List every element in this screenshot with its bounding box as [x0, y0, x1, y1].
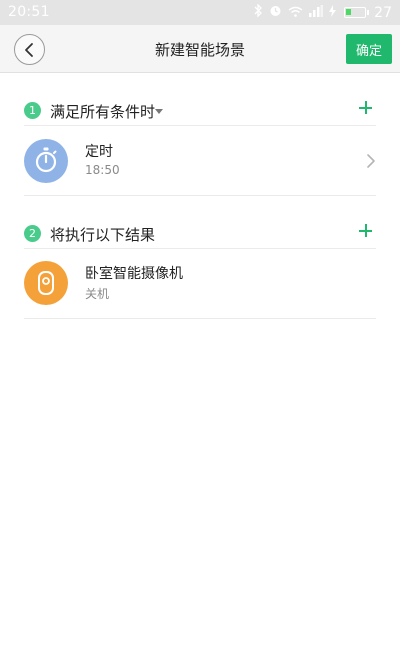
divider — [24, 195, 376, 196]
bluetooth-icon — [254, 3, 263, 21]
step-badge: 2 — [24, 225, 41, 242]
charging-icon — [329, 4, 337, 21]
caret-down-icon[interactable] — [155, 109, 163, 114]
status-time: 20:51 — [8, 4, 50, 20]
battery-icon — [344, 7, 370, 18]
action-title: 卧室智能摄像机 — [85, 266, 183, 282]
actions-title: 将执行以下结果 — [50, 226, 156, 244]
battery-level-fill — [346, 9, 352, 15]
divider — [24, 318, 376, 319]
divider — [24, 248, 376, 249]
action-subtitle: 关机 — [85, 287, 110, 301]
camera-icon — [24, 261, 68, 305]
confirm-button[interactable]: 确定 — [346, 34, 392, 64]
header-bar: 新建智能场景 确定 — [0, 25, 400, 73]
alarm-icon — [269, 4, 282, 21]
actions-section-header: 2 将执行以下结果 — [24, 220, 376, 250]
battery-percent: 27 — [374, 4, 392, 21]
add-action-button[interactable] — [356, 221, 376, 241]
status-icons: 27 — [254, 3, 392, 21]
add-condition-button[interactable] — [356, 98, 376, 118]
condition-title: 定时 — [85, 144, 113, 160]
page-title: 新建智能场景 — [154, 41, 245, 59]
conditions-title[interactable]: 满足所有条件时 — [50, 101, 155, 122]
step-badge: 1 — [24, 102, 41, 119]
conditions-section-header: 1 满足所有条件时 — [24, 97, 376, 127]
scene-editor-screen: 20:51 27 新建智能场景 确定 1 满足所有条件时 定时 18:50 2 … — [0, 0, 400, 667]
status-bar: 20:51 27 — [0, 0, 400, 25]
condition-subtitle: 18:50 — [85, 163, 120, 177]
condition-item-timer[interactable]: 定时 18:50 — [24, 139, 376, 207]
wifi-icon — [288, 5, 303, 21]
chevron-right-icon — [367, 154, 375, 168]
stopwatch-icon — [24, 139, 68, 183]
divider — [24, 125, 376, 126]
signal-icon — [309, 4, 324, 21]
